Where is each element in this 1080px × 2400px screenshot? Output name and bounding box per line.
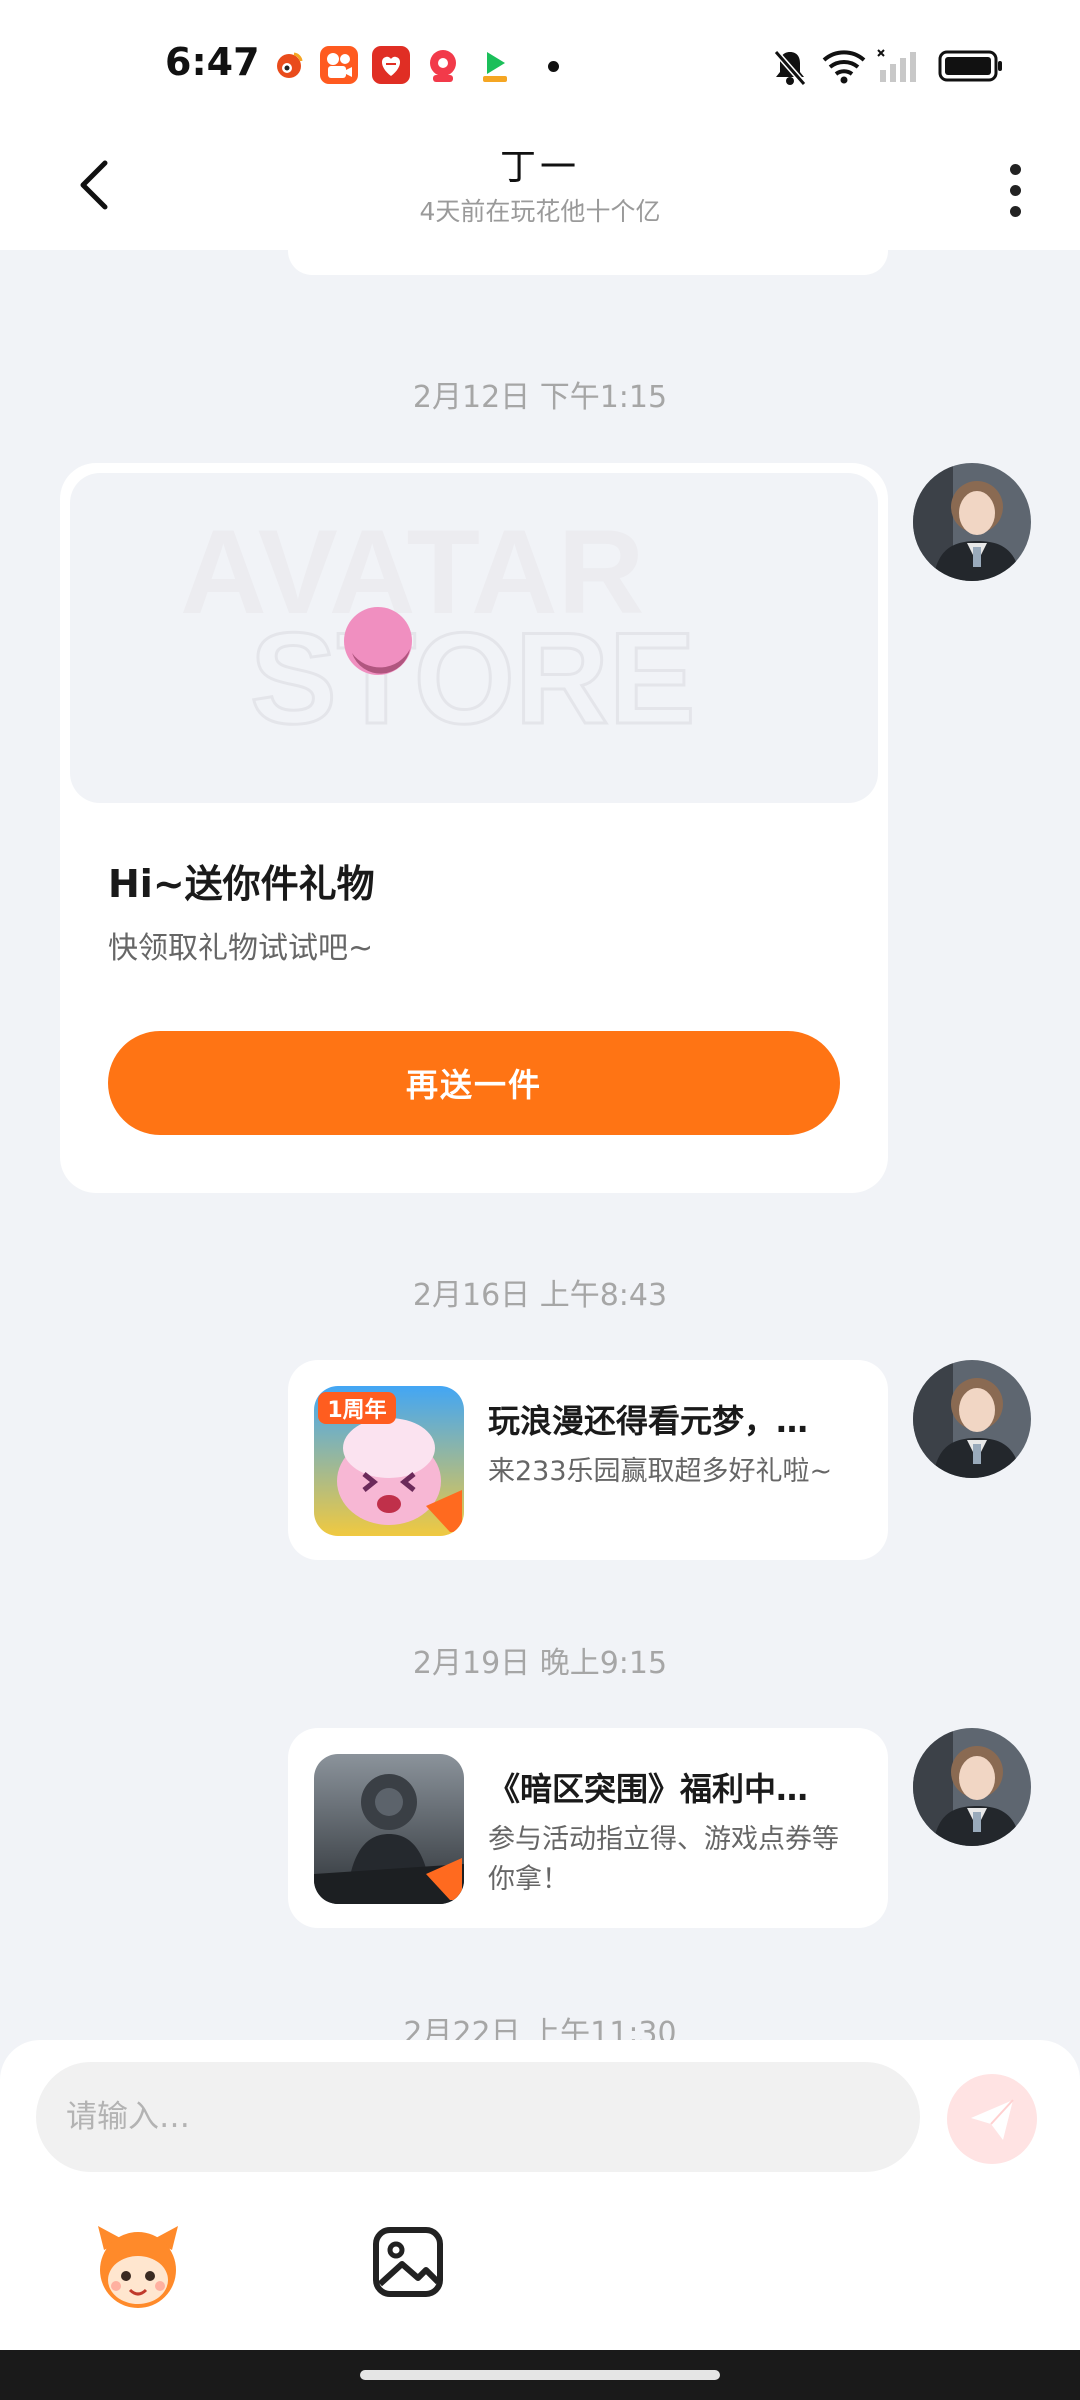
message-timestamp: 2月12日 下午1:15 <box>412 380 668 415</box>
chat-screen: 6:47 丁一 4天前在玩花他十个亿 2月12日 下午1:15 AVATAR S… <box>0 0 1080 2400</box>
input-bar <box>0 2040 1080 2350</box>
status-time: 6:47 <box>165 40 260 84</box>
promo-message-card[interactable]: 《暗区突围》福利中… 参与活动指立得、游戏点券等你拿！ <box>288 1728 888 1928</box>
weibo-icon <box>270 46 308 84</box>
live-app-icon <box>424 46 462 84</box>
avatar-photo-icon <box>913 1728 1031 1846</box>
game-icon <box>314 1754 464 1904</box>
contact-status: 4天前在玩花他十个亿 <box>419 197 661 226</box>
more-dot-icon <box>1009 205 1021 217</box>
promo-title: 《暗区突围》福利中… <box>488 1770 809 1808</box>
svg-text:STORE: STORE <box>250 605 695 751</box>
video-app-icon <box>476 46 514 84</box>
emoji-button[interactable] <box>90 2220 186 2316</box>
more-dot-icon <box>1009 163 1021 175</box>
kuaishou-icon <box>320 46 358 84</box>
message-timestamp: 2月16日 上午8:43 <box>412 1278 668 1313</box>
chat-header: 丁一 4天前在玩花他十个亿 <box>0 130 1080 250</box>
pinduoduo-icon <box>372 46 410 84</box>
promo-message-card[interactable]: 1周年 玩浪漫还得看元梦，… 来233乐园赢取超多好礼啦~ <box>288 1360 888 1560</box>
avatar-photo-icon <box>913 463 1031 581</box>
send-button[interactable] <box>947 2074 1037 2164</box>
avatar-photo-icon <box>913 1360 1031 1478</box>
contact-name: 丁一 <box>499 147 580 188</box>
sender-avatar[interactable] <box>913 1360 1031 1478</box>
message-timestamp: 2月22日 上午11:30 <box>403 2016 677 2040</box>
mute-icon <box>773 50 807 86</box>
image-icon <box>373 2227 443 2297</box>
more-options-button[interactable] <box>980 150 1050 230</box>
gift-message-card[interactable]: AVATAR STORE Hi~送你件礼物 快领取礼物试试吧~ 再送一件 <box>60 463 888 1193</box>
svg-text:1周年: 1周年 <box>327 1397 386 1423</box>
signal-icon <box>877 49 916 82</box>
previous-message-card[interactable] <box>288 250 888 275</box>
promo-description: 来233乐园赢取超多好礼啦~ <box>488 1456 833 1487</box>
wifi-icon <box>822 50 866 84</box>
avatar-store-banner-icon: AVATAR STORE <box>180 505 697 753</box>
image-picker-button[interactable] <box>368 2222 448 2302</box>
gift-title: Hi~送你件礼物 <box>108 862 375 906</box>
message-input[interactable] <box>36 2062 920 2172</box>
promo-description: 参与活动指立得、游戏点券等你拿！ <box>488 1824 839 1895</box>
sender-avatar[interactable] <box>913 1728 1031 1846</box>
message-list[interactable]: 2月12日 下午1:15 AVATAR STORE Hi~送你件礼物 快领取礼物… <box>0 250 1080 2040</box>
game-icon: 1周年 <box>314 1386 464 1536</box>
mascot-emoji-icon <box>98 2226 178 2308</box>
sender-avatar[interactable] <box>913 463 1031 581</box>
promo-title: 玩浪漫还得看元梦，… <box>488 1402 809 1440</box>
more-dot-icon <box>1009 184 1021 196</box>
send-another-gift-button[interactable]: 再送一件 <box>108 1031 840 1135</box>
notification-dot-icon <box>548 61 559 72</box>
send-icon <box>971 2099 1014 2140</box>
home-indicator[interactable] <box>360 2370 720 2380</box>
system-navigation-bar <box>0 2350 1080 2400</box>
status-bar: 6:47 <box>0 0 1080 130</box>
battery-icon <box>938 50 1002 82</box>
message-timestamp: 2月19日 晚上9:15 <box>412 1646 668 1681</box>
gift-banner: AVATAR STORE <box>70 473 878 803</box>
gift-description: 快领取礼物试试吧~ <box>108 931 374 966</box>
